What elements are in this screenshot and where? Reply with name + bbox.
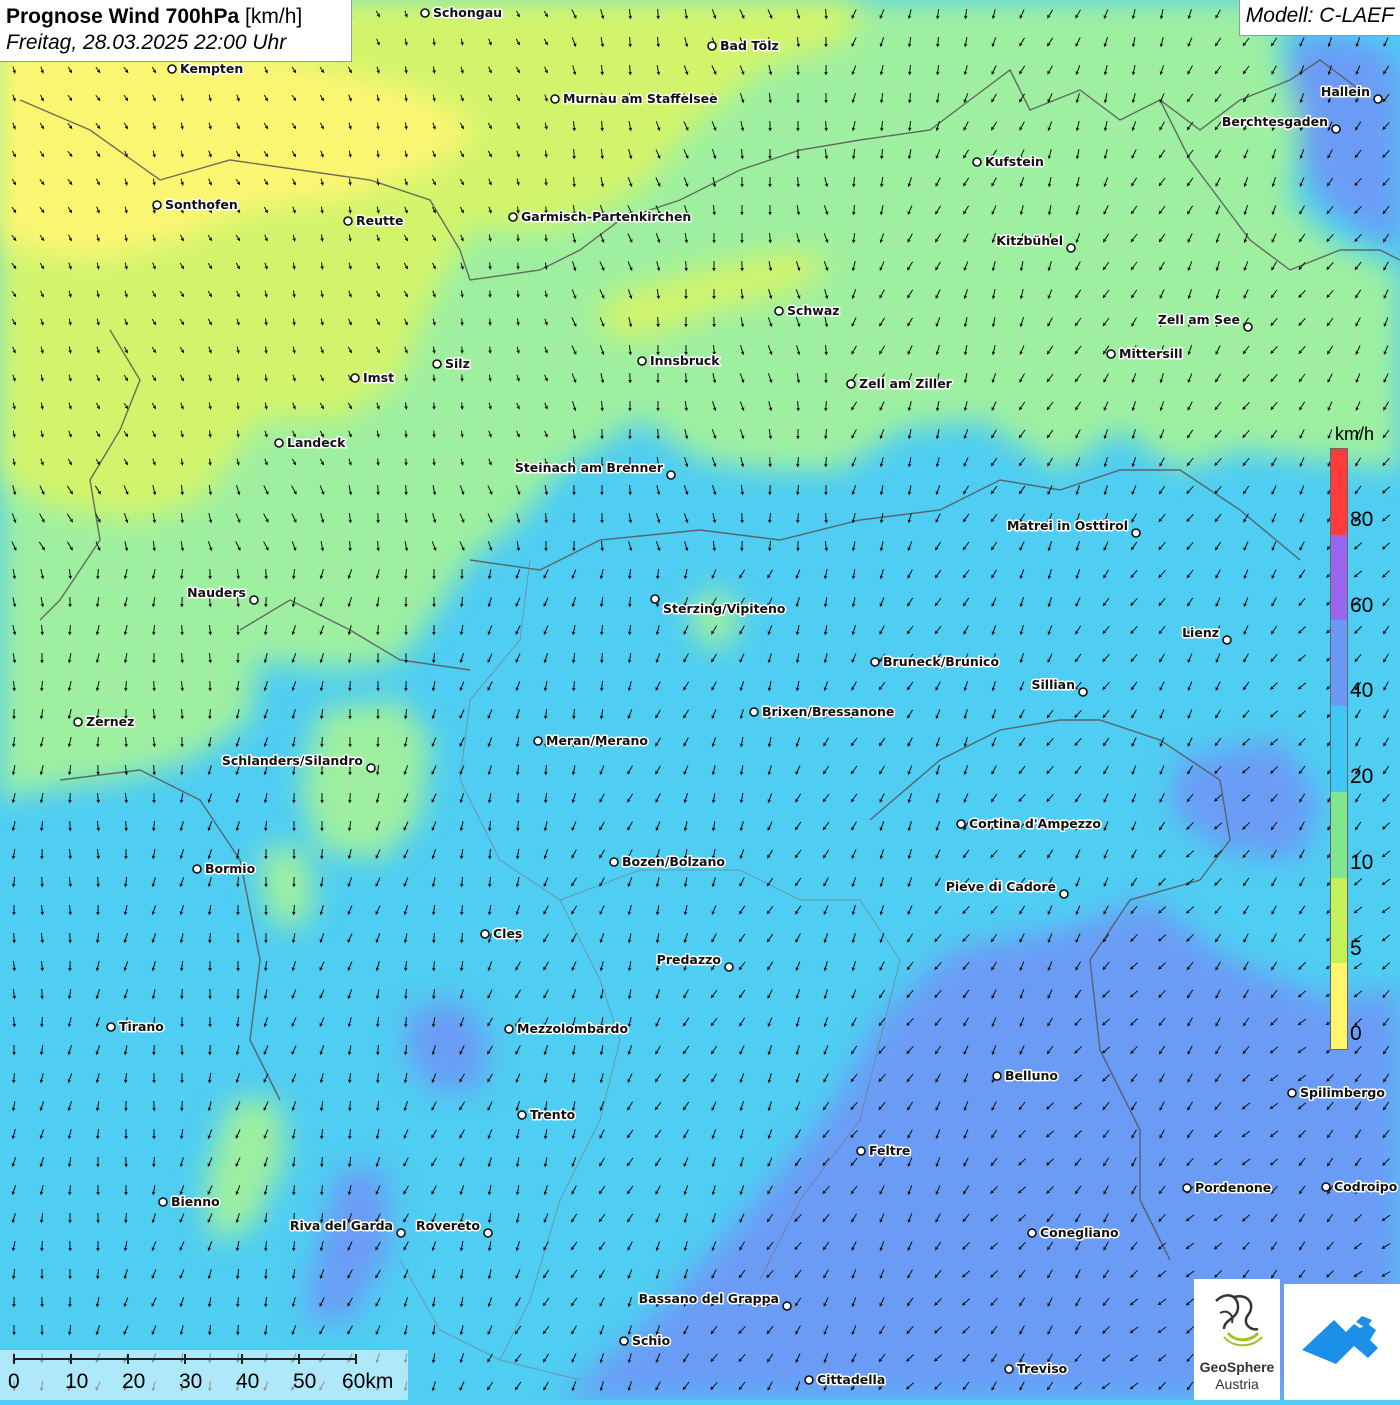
wind-map: SchongauBad TölzKemptenMurnau am Staffel… bbox=[0, 0, 1400, 1400]
